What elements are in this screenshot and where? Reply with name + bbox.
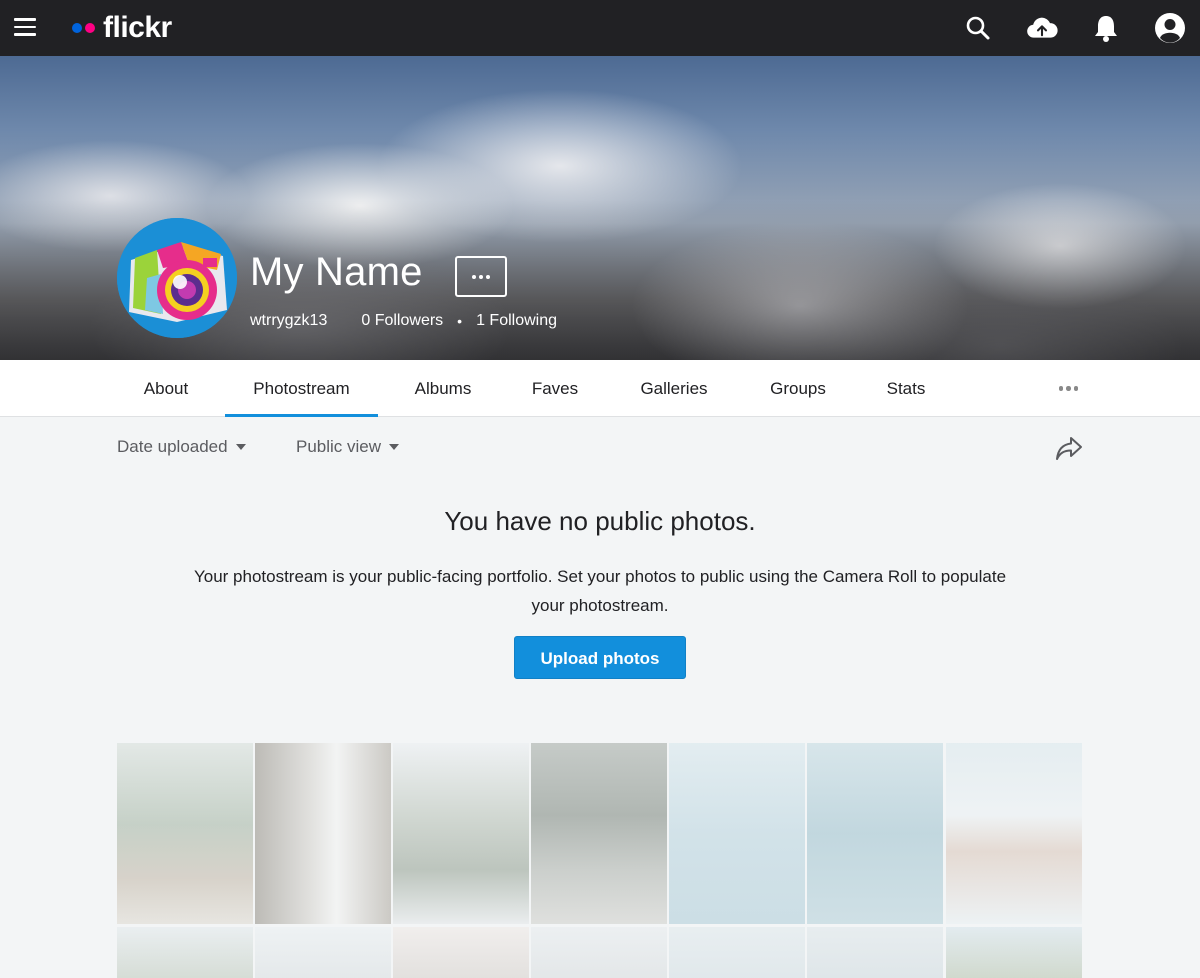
share-icon[interactable] <box>1054 434 1084 462</box>
chevron-down-icon <box>389 444 400 450</box>
notifications-bell-icon[interactable] <box>1090 12 1122 44</box>
sample-photo-grid <box>117 743 1083 978</box>
sample-photo-row2-6 <box>807 927 943 978</box>
logo-pink-dot <box>85 23 95 33</box>
meta-separator: • <box>457 313 463 329</box>
logo-blue-dot <box>72 23 82 33</box>
tab-photostream[interactable]: Photostream <box>225 360 378 417</box>
sample-photo-row2-2 <box>255 927 391 978</box>
sort-dropdown[interactable]: Date uploaded <box>117 436 246 458</box>
sample-photo-waterfall <box>255 743 391 924</box>
empty-state-description: Your photostream is your public-facing p… <box>193 567 1007 615</box>
profile-tabs: About Photostream Albums Faves Galleries… <box>0 360 1200 417</box>
sample-photo-swimmer <box>669 743 805 924</box>
tab-faves[interactable]: Faves <box>520 360 590 417</box>
empty-state-title: You have no public photos. <box>444 506 756 536</box>
sample-photo-trees <box>393 743 529 924</box>
buddy-icon-avatar[interactable] <box>117 218 237 338</box>
account-avatar-icon[interactable] <box>1154 12 1186 44</box>
upload-cloud-icon[interactable] <box>1026 12 1058 44</box>
profile-more-button[interactable] <box>455 256 507 297</box>
tab-groups[interactable]: Groups <box>757 360 839 417</box>
sort-dropdown-label: Date uploaded <box>117 437 228 456</box>
tab-stats[interactable]: Stats <box>876 360 936 417</box>
followers-link[interactable]: 0 Followers <box>361 312 443 330</box>
sample-photo-row2-5 <box>669 927 805 978</box>
sample-photo-couple <box>946 743 1082 924</box>
view-dropdown[interactable]: Public view <box>296 436 400 458</box>
sample-photo-forest-path <box>531 743 667 924</box>
sample-photo-row2-3 <box>393 927 529 978</box>
tabs-more-icon[interactable] <box>1057 386 1080 391</box>
sample-photo-hiker <box>117 743 253 924</box>
sample-photo-row2-1 <box>117 927 253 978</box>
sample-photo-row2-4 <box>531 927 667 978</box>
chevron-down-icon <box>235 444 246 450</box>
profile-name: My Name <box>250 250 423 294</box>
top-nav-bar: flickr <box>0 0 1200 56</box>
logo-wordmark: flickr <box>103 11 172 44</box>
tab-albums[interactable]: Albums <box>400 360 486 417</box>
tab-galleries[interactable]: Galleries <box>627 360 721 417</box>
username: wtrrygzk13 <box>250 312 328 329</box>
upload-photos-button[interactable]: Upload photos <box>514 636 686 679</box>
sample-photo-snorkel <box>807 743 943 924</box>
following-link[interactable]: 1 Following <box>476 312 557 330</box>
search-icon[interactable] <box>962 12 994 44</box>
menu-icon[interactable] <box>14 18 36 38</box>
sample-photo-row2-7 <box>946 927 1082 978</box>
flickr-logo[interactable]: flickr <box>72 10 172 46</box>
tab-about[interactable]: About <box>130 360 202 417</box>
view-dropdown-label: Public view <box>296 437 382 456</box>
profile-meta: wtrrygzk13 0 Followers • 1 Following <box>250 312 557 330</box>
